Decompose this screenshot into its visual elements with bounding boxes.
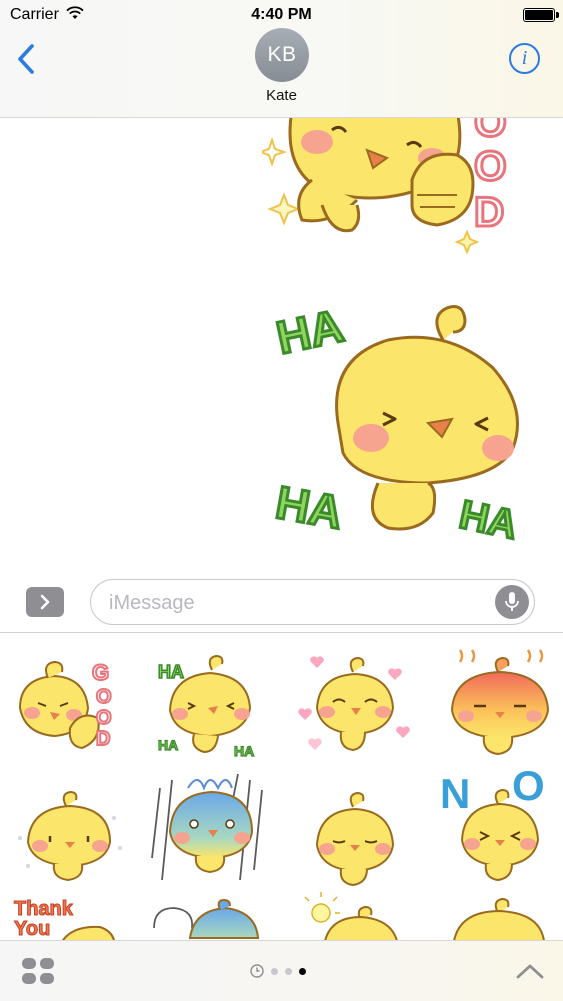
svg-text:O: O [474,118,507,145]
svg-text:HA: HA [234,743,254,759]
sticker-chick-peek[interactable] [440,891,560,941]
status-bar: Carrier 4:40 PM [0,0,563,30]
sticker-chick-haha[interactable]: HA HA HA [268,288,548,558]
svg-text:Thank: Thank [14,898,74,920]
microphone-button[interactable] [495,585,529,619]
message-thread[interactable]: O O D HA HA HA [0,118,563,578]
chevron-right-icon [40,594,50,610]
info-button[interactable]: i [509,43,540,74]
message-input-bar: iMessage [0,572,563,632]
sticker-chick-haha-small[interactable]: HA HA HA [150,648,270,768]
app-grid-icon[interactable] [20,956,56,986]
sticker-chick-thank-you[interactable]: Thank You [10,893,130,941]
svg-text:O: O [512,768,545,809]
avatar[interactable]: KB [255,28,309,82]
avatar-initials: KB [267,43,297,66]
svg-text:You: You [14,918,50,940]
svg-text:O: O [96,686,112,708]
sticker-chick-good[interactable]: G O O D [10,648,130,768]
sticker-chick-sparkle[interactable] [10,778,130,898]
app-drawer-bar [0,940,563,1001]
sticker-chick-idea[interactable] [295,891,415,941]
clock-icon [250,964,264,978]
chevron-up-icon[interactable] [514,961,546,981]
page-dot [271,967,278,975]
apps-toggle-button[interactable] [26,587,64,617]
sticker-chick-idle[interactable] [295,783,415,903]
sticker-chick-hearts[interactable] [295,648,415,768]
sticker-chick-speech[interactable] [150,898,270,941]
info-icon: i [521,47,528,69]
svg-text:HA: HA [456,493,522,548]
page-dot [285,967,292,975]
page-dot-active [299,967,306,975]
contact-name[interactable]: Kate [0,87,563,104]
svg-text:HA: HA [158,737,178,753]
page-indicator[interactable] [250,963,306,979]
svg-text:HA: HA [158,662,184,682]
back-chevron-icon[interactable] [14,42,40,76]
imessage-placeholder: iMessage [109,592,195,614]
sticker-chick-rain[interactable] [150,768,270,888]
sticker-chick-angry[interactable] [440,648,560,768]
svg-text:O: O [474,142,507,189]
sticker-chick-good[interactable]: O O D [262,118,542,260]
imessage-input[interactable]: iMessage [90,579,535,625]
sticker-drawer[interactable]: G O O D HA HA HA N O Thank You [0,632,563,941]
svg-text:HA: HA [272,476,346,539]
svg-text:D: D [96,728,110,750]
status-time: 4:40 PM [251,6,312,23]
battery-icon [523,8,559,22]
svg-text:HA: HA [272,299,348,364]
microphone-icon [505,592,519,611]
svg-text:D: D [474,188,504,235]
svg-text:N: N [440,770,470,817]
svg-text:O: O [96,707,112,729]
svg-text:G: G [92,660,109,685]
sticker-chick-no[interactable]: N O [440,768,560,888]
navigation-bar: Carrier 4:40 PM KB Kate i [0,0,563,118]
